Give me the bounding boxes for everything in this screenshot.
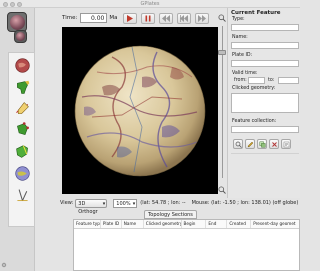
topology-sections-tab[interactable]: Topology Sections bbox=[144, 210, 197, 219]
mouse-position-readout: Mouse: (lat: -1.50 ; lon: 138.01) (off g… bbox=[191, 200, 299, 206]
move-vertex-icon bbox=[16, 121, 29, 135]
edit-icon bbox=[247, 141, 253, 147]
move-vertex-tool[interactable] bbox=[12, 120, 32, 138]
feature-panel-empty-area bbox=[231, 153, 299, 195]
zoom-in-icon[interactable] bbox=[218, 14, 226, 22]
topology-table-header: Feature type Plate ID Name Clicked geome… bbox=[74, 220, 299, 229]
feature-properties-button[interactable] bbox=[281, 139, 291, 149]
name-label: Name: bbox=[232, 35, 248, 40]
clone-icon bbox=[259, 141, 265, 147]
column-header-clicked-geometry[interactable]: Clicked geometry bbox=[144, 220, 182, 228]
clone-feature-button[interactable] bbox=[257, 139, 267, 149]
window-title: GPlates bbox=[140, 1, 160, 7]
magnifier-icon bbox=[235, 141, 242, 148]
digitise-polyline-tool[interactable] bbox=[12, 99, 32, 117]
drag-globe-icon bbox=[14, 57, 30, 73]
window-title-bar: GPlates bbox=[0, 0, 300, 8]
step-forward-icon bbox=[198, 14, 207, 22]
build-topology-tool[interactable] bbox=[12, 142, 32, 160]
current-feature-title: Current Feature bbox=[231, 10, 281, 16]
animation-toolbar: Time: 0.00 Ma bbox=[62, 10, 214, 26]
delete-feature-button[interactable] bbox=[269, 139, 279, 149]
column-header-begin[interactable]: Begin bbox=[182, 220, 207, 228]
zoom-out-icon[interactable] bbox=[218, 186, 226, 194]
stop-icon bbox=[145, 15, 151, 21]
column-header-present-day-geometry[interactable]: Present-day geomet bbox=[251, 220, 299, 228]
play-button[interactable] bbox=[123, 12, 138, 24]
topology-plate-icon bbox=[15, 144, 28, 158]
valid-time-to-field[interactable] bbox=[278, 77, 299, 84]
edit-feature-button[interactable] bbox=[245, 139, 255, 149]
canvas-tools-column bbox=[8, 52, 35, 227]
feature-collection-label: Feature collection: bbox=[232, 119, 277, 124]
rewind-icon bbox=[162, 14, 171, 22]
from-label: from: bbox=[234, 78, 247, 83]
time-input[interactable]: 0.00 bbox=[80, 13, 108, 23]
view-label: View: bbox=[60, 200, 74, 206]
time-unit-label: Ma bbox=[109, 15, 118, 21]
to-label: to: bbox=[268, 78, 275, 83]
topology-sections-bar: Topology Sections bbox=[60, 210, 300, 219]
gear-icon[interactable] bbox=[1, 262, 7, 268]
properties-icon bbox=[283, 141, 289, 147]
step-forward-button[interactable] bbox=[195, 12, 210, 24]
time-label: Time: bbox=[62, 15, 78, 21]
delete-icon bbox=[271, 141, 277, 147]
small-globe-icon bbox=[16, 32, 25, 41]
clicked-geometry-field[interactable] bbox=[231, 93, 299, 113]
view-bar: View: 3D Orthogr ▾ 100% ▾ (lat: 54.78 ; … bbox=[60, 197, 300, 215]
column-header-name[interactable]: Name bbox=[122, 220, 144, 228]
secondary-view-thumbnail[interactable] bbox=[14, 30, 27, 43]
feature-action-toolbar bbox=[233, 139, 297, 149]
globe-render bbox=[74, 45, 206, 177]
rewind-button[interactable] bbox=[159, 12, 174, 24]
projection-select[interactable]: 3D Orthogr ▾ bbox=[75, 198, 108, 215]
globe-thumbnail-icon bbox=[9, 14, 25, 30]
type-field[interactable] bbox=[231, 24, 299, 31]
valid-time-label: Valid time: bbox=[232, 71, 258, 76]
zoom-percent-value: 100% bbox=[116, 200, 131, 207]
column-header-end[interactable]: End bbox=[206, 220, 228, 228]
zoom-handle[interactable] bbox=[218, 50, 226, 55]
name-field[interactable] bbox=[231, 42, 299, 49]
pencil-line-icon bbox=[15, 101, 29, 114]
query-feature-button[interactable] bbox=[233, 139, 243, 149]
zoom-track[interactable] bbox=[221, 26, 223, 178]
clicked-geometry-label: Clicked geometry: bbox=[232, 86, 276, 91]
column-header-created[interactable]: Created bbox=[227, 220, 252, 228]
topology-sections-table[interactable]: Feature type Plate ID Name Clicked geome… bbox=[73, 219, 300, 271]
step-back-icon bbox=[180, 14, 189, 22]
compass-icon bbox=[16, 188, 28, 201]
feature-collection-field[interactable] bbox=[231, 126, 299, 133]
africa-feature-icon bbox=[16, 80, 29, 94]
globe-canvas[interactable] bbox=[62, 27, 218, 194]
stop-button[interactable] bbox=[141, 12, 156, 24]
play-icon bbox=[127, 14, 134, 22]
reconstruction-pole-tool[interactable] bbox=[12, 164, 32, 182]
plate-id-label: Plate ID: bbox=[232, 53, 253, 58]
measure-distance-tool[interactable] bbox=[12, 186, 32, 204]
column-header-plate-id[interactable]: Plate ID bbox=[101, 220, 122, 228]
current-feature-panel: Current Feature Type: Name: Plate ID: Va… bbox=[227, 8, 300, 198]
camera-latlon-readout: (lat: 54.78 ; lon: -- bbox=[140, 200, 186, 206]
drag-globe-tool[interactable] bbox=[12, 56, 32, 74]
chevron-down-icon: ▾ bbox=[102, 200, 106, 207]
globe-view-thumbnail[interactable] bbox=[7, 12, 27, 32]
zoom-slider[interactable] bbox=[218, 12, 226, 196]
pole-globe-icon bbox=[14, 165, 30, 181]
step-back-button[interactable] bbox=[177, 12, 192, 24]
valid-time-from-field[interactable] bbox=[248, 77, 265, 84]
chevron-down-icon: ▾ bbox=[132, 200, 136, 207]
plate-id-field[interactable] bbox=[231, 60, 299, 67]
column-header-feature-type[interactable]: Feature type bbox=[74, 220, 101, 228]
choose-feature-tool[interactable] bbox=[12, 78, 32, 96]
zoom-percent-combo[interactable]: 100% ▾ bbox=[113, 198, 138, 208]
left-tool-panel bbox=[0, 8, 35, 271]
type-label: Type: bbox=[232, 17, 245, 22]
